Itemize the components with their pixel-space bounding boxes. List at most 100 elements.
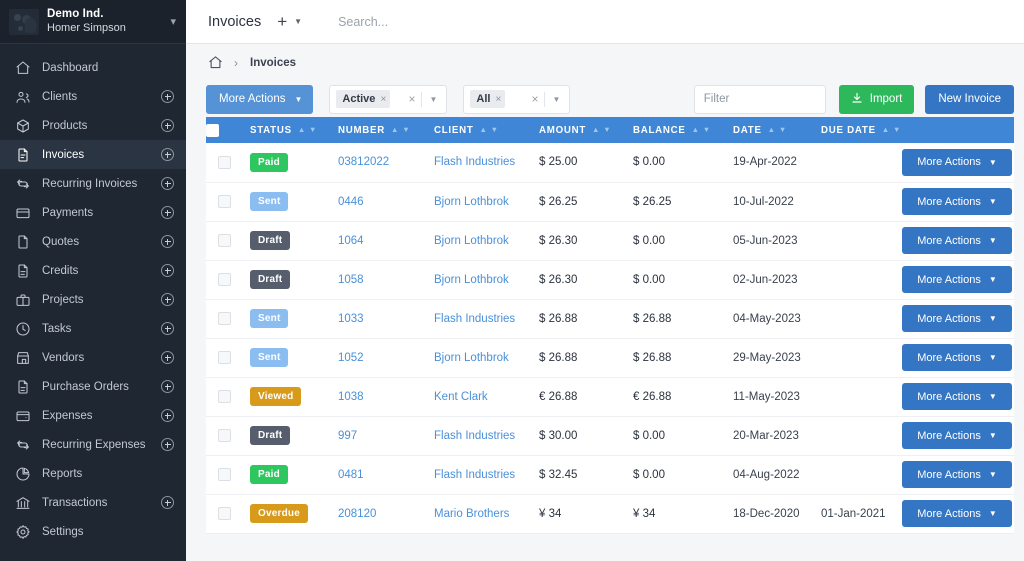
sort-desc-icon[interactable]: ▼ [309,126,317,134]
column-header-number[interactable]: NUMBER▲▼ [338,117,434,143]
table-row[interactable]: Draft1064Bjorn Lothbrok$ 26.30$ 0.0005-J… [206,221,1014,260]
home-icon[interactable] [208,55,223,70]
sidebar-item-quotes[interactable]: Quotes [0,227,186,256]
row-checkbox[interactable] [218,312,231,325]
sort-desc-icon[interactable]: ▼ [402,126,410,134]
sort-asc-icon[interactable]: ▲ [692,126,700,134]
add-icon[interactable] [161,438,174,451]
sidebar-item-tasks[interactable]: Tasks [0,314,186,343]
status-filter-chip[interactable]: Active × [336,90,390,108]
search-input[interactable] [338,15,668,29]
sort-asc-icon[interactable]: ▲ [592,126,600,134]
add-icon[interactable] [161,496,174,509]
add-icon[interactable] [161,119,174,132]
row-more-actions-button[interactable]: More Actions▼ [902,149,1012,176]
column-header-date[interactable]: DATE▲▼ [733,117,821,143]
add-icon[interactable] [161,206,174,219]
table-row[interactable]: Draft997Flash Industries$ 30.00$ 0.0020-… [206,416,1014,455]
sidebar-item-projects[interactable]: Projects [0,285,186,314]
row-checkbox[interactable] [218,468,231,481]
sort-icons[interactable]: ▲▼ [479,126,498,134]
table-row[interactable]: Paid03812022Flash Industries$ 25.00$ 0.0… [206,143,1014,182]
table-row[interactable]: Sent1052Bjorn Lothbrok$ 26.88$ 26.8829-M… [206,338,1014,377]
sort-desc-icon[interactable]: ▼ [603,126,611,134]
import-button[interactable]: Import [839,85,915,114]
status-filter-select[interactable]: Active × × ▼ [329,85,447,114]
row-more-actions-button[interactable]: More Actions▼ [902,188,1012,215]
column-header-amount[interactable]: AMOUNT▲▼ [539,117,633,143]
sidebar-item-purchase-orders[interactable]: Purchase Orders [0,372,186,401]
scope-filter-select[interactable]: All × × ▼ [463,85,570,114]
sort-asc-icon[interactable]: ▲ [391,126,399,134]
client-link[interactable]: Flash Industries [434,156,515,168]
more-actions-button[interactable]: More Actions ▼ [206,85,313,114]
row-more-actions-button[interactable]: More Actions▼ [902,344,1012,371]
scope-filter-chip[interactable]: All × [470,90,505,108]
row-checkbox[interactable] [218,351,231,364]
sidebar-item-clients[interactable]: Clients [0,82,186,111]
row-checkbox[interactable] [218,234,231,247]
sidebar-item-invoices[interactable]: Invoices [0,140,186,169]
client-link[interactable]: Bjorn Lothbrok [434,352,509,364]
clear-icon[interactable]: × [402,92,421,106]
client-link[interactable]: Bjorn Lothbrok [434,274,509,286]
row-checkbox[interactable] [218,273,231,286]
table-row[interactable]: Sent1033Flash Industries$ 26.88$ 26.8804… [206,299,1014,338]
table-row[interactable]: Paid0481Flash Industries$ 32.45$ 0.0004-… [206,455,1014,494]
add-icon[interactable] [161,177,174,190]
sidebar-item-vendors[interactable]: Vendors [0,343,186,372]
sort-icons[interactable]: ▲▼ [391,126,410,134]
invoice-number-link[interactable]: 0481 [338,469,364,481]
column-header-due-date[interactable]: DUE DATE▲▼ [821,117,914,143]
row-checkbox[interactable] [218,429,231,442]
sidebar-account-switcher[interactable]: Demo Ind. Homer Simpson ▾ [0,0,186,44]
invoice-number-link[interactable]: 1064 [338,235,364,247]
sort-asc-icon[interactable]: ▲ [479,126,487,134]
client-link[interactable]: Mario Brothers [434,508,509,520]
row-more-actions-button[interactable]: More Actions▼ [902,383,1012,410]
sort-asc-icon[interactable]: ▲ [768,126,776,134]
row-checkbox[interactable] [218,507,231,520]
add-invoice-button[interactable]: + [277,13,287,30]
column-header-balance[interactable]: BALANCE▲▼ [633,117,733,143]
sort-icons[interactable]: ▲▼ [298,126,317,134]
table-row[interactable]: Sent0446Bjorn Lothbrok$ 26.25$ 26.2510-J… [206,182,1014,221]
filter-input[interactable] [694,85,826,114]
sidebar-item-payments[interactable]: Payments [0,198,186,227]
add-icon[interactable] [161,148,174,161]
add-icon[interactable] [161,380,174,393]
sidebar-item-transactions[interactable]: Transactions [0,488,186,517]
column-header-client[interactable]: CLIENT▲▼ [434,117,539,143]
row-more-actions-button[interactable]: More Actions▼ [902,461,1012,488]
client-link[interactable]: Flash Industries [434,469,515,481]
sort-icons[interactable]: ▲▼ [692,126,711,134]
sidebar-item-settings[interactable]: Settings [0,517,186,546]
chevron-down-icon[interactable]: ▼ [545,95,562,104]
table-row[interactable]: Draft1058Bjorn Lothbrok$ 26.30$ 0.0002-J… [206,260,1014,299]
client-link[interactable]: Bjorn Lothbrok [434,196,509,208]
caret-down-icon[interactable]: ▼ [294,17,302,26]
invoice-number-link[interactable]: 1058 [338,274,364,286]
sort-icons[interactable]: ▲▼ [882,126,901,134]
column-header-status[interactable]: STATUS▲▼ [250,117,338,143]
table-row[interactable]: Viewed1038Kent Clark€ 26.88€ 26.8811-May… [206,377,1014,416]
select-all-checkbox[interactable] [206,124,219,137]
row-more-actions-button[interactable]: More Actions▼ [902,422,1012,449]
invoice-number-link[interactable]: 1052 [338,352,364,364]
invoice-number-link[interactable]: 208120 [338,508,376,520]
chip-remove-icon[interactable]: × [380,94,386,105]
add-icon[interactable] [161,351,174,364]
sort-asc-icon[interactable]: ▲ [298,126,306,134]
row-more-actions-button[interactable]: More Actions▼ [902,227,1012,254]
add-icon[interactable] [161,235,174,248]
sidebar-item-reports[interactable]: Reports [0,459,186,488]
invoice-number-link[interactable]: 03812022 [338,156,389,168]
client-link[interactable]: Flash Industries [434,313,515,325]
client-link[interactable]: Flash Industries [434,430,515,442]
row-more-actions-button[interactable]: More Actions▼ [902,305,1012,332]
sort-asc-icon[interactable]: ▲ [882,126,890,134]
row-checkbox[interactable] [218,390,231,403]
chip-remove-icon[interactable]: × [495,94,501,105]
clear-icon[interactable]: × [525,92,544,106]
client-link[interactable]: Kent Clark [434,391,488,403]
